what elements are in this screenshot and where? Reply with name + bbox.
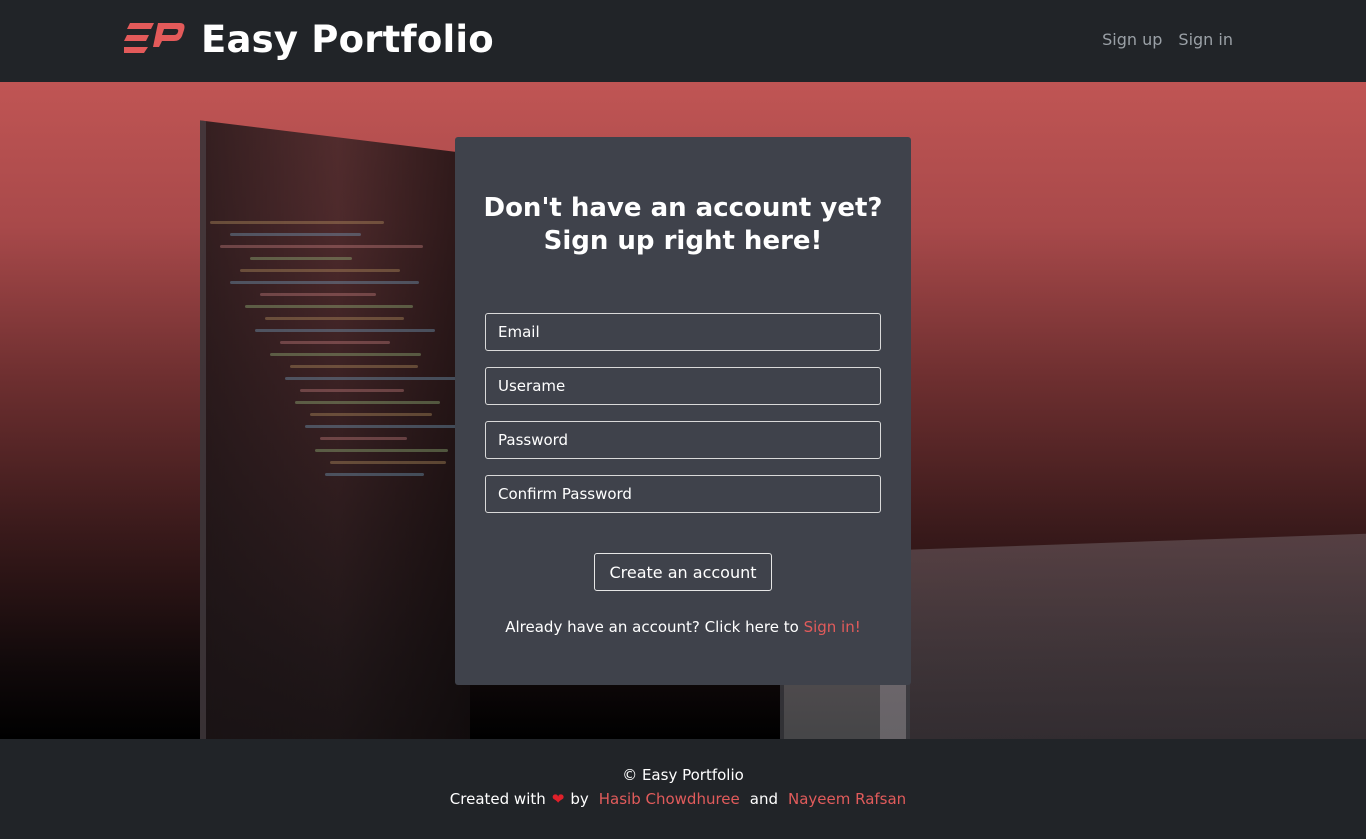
by-text: by: [570, 790, 589, 808]
copyright-text: © Easy Portfolio: [622, 766, 744, 784]
password-field[interactable]: [485, 421, 881, 459]
created-with-text: Created with: [449, 790, 546, 808]
signin-link[interactable]: Sign in!: [804, 618, 861, 636]
nav-signup-link[interactable]: Sign up: [1102, 30, 1162, 49]
ep-logo-icon: [124, 22, 185, 53]
confirm-password-field[interactable]: [485, 475, 881, 513]
signin-prompt-text: Already have an account? Click here to: [505, 618, 799, 636]
credits-line: Created with ❤ by Hasib Chowdhuree and Nayeem…: [0, 790, 1366, 808]
heart-icon: ❤: [551, 790, 565, 808]
signup-title-line2: Sign up right here!: [543, 226, 823, 256]
username-field[interactable]: [485, 367, 881, 405]
email-field[interactable]: [485, 313, 881, 351]
signup-card: Don't have an account yet? Sign up right…: [455, 137, 911, 685]
nav-signin-link[interactable]: Sign in: [1178, 30, 1233, 49]
brand-link[interactable]: Easy Portfolio: [124, 18, 494, 61]
signin-prompt: Already have an account? Click here to S…: [455, 618, 911, 636]
background-desk-image: [880, 533, 1366, 739]
nav-links: Sign up Sign in: [1102, 30, 1233, 49]
author-hasib-link[interactable]: Hasib Chowdhuree: [599, 790, 740, 808]
signup-title: Don't have an account yet? Sign up right…: [455, 192, 911, 258]
author-nayeem-link[interactable]: Nayeem Rafsan: [788, 790, 906, 808]
signup-title-line1: Don't have an account yet?: [483, 193, 883, 223]
create-account-button[interactable]: Create an account: [594, 553, 772, 591]
top-navbar: Easy Portfolio Sign up Sign in: [0, 0, 1366, 82]
footer: © Easy Portfolio Created with ❤ by Hasib Ch…: [0, 739, 1366, 839]
brand-name: Easy Portfolio: [201, 18, 494, 61]
background-code-image: [170, 212, 465, 732]
and-text: and: [749, 790, 778, 808]
